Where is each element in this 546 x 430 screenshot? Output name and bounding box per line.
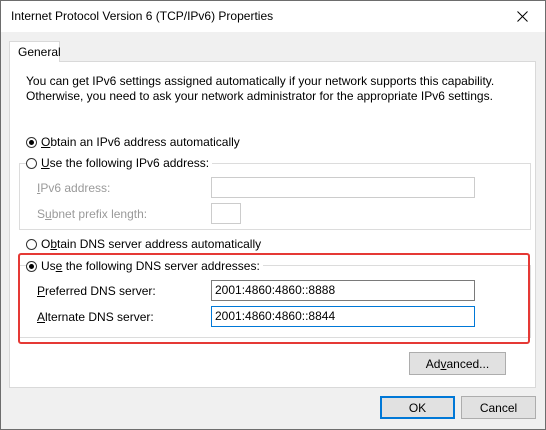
advanced-button-label: Advanced... — [425, 356, 490, 371]
preferred-dns-input[interactable]: 2001:4860:4860::8888 — [211, 280, 475, 301]
radio-ipv6-manual-indicator[interactable] — [26, 157, 37, 169]
radio-dns-auto-label: Obtain DNS server address automatically — [41, 237, 262, 251]
radio-dns-manual[interactable]: Use the following DNS server addresses: — [26, 259, 263, 273]
close-button[interactable] — [499, 1, 545, 32]
window-title: Internet Protocol Version 6 (TCP/IPv6) P… — [11, 9, 274, 23]
radio-dns-auto-indicator[interactable] — [26, 238, 37, 250]
alternate-dns-input[interactable]: 2001:4860:4860::8844 — [211, 306, 475, 327]
radio-dns-manual-label: Use the following DNS server addresses: — [41, 259, 260, 273]
radio-ipv6-manual[interactable]: Use the following IPv6 address: — [26, 156, 213, 170]
subnet-prefix-label: Subnet prefix length: — [37, 207, 148, 221]
radio-ipv6-manual-label: Use the following IPv6 address: — [41, 156, 210, 170]
title-bar: Internet Protocol Version 6 (TCP/IPv6) P… — [1, 1, 545, 32]
radio-ipv6-auto-label: Obtain an IPv6 address automatically — [41, 135, 240, 149]
radio-ipv6-auto[interactable]: Obtain an IPv6 address automatically — [26, 135, 243, 149]
ipv6-address-input[interactable] — [211, 177, 475, 198]
intro-text: You can get IPv6 settings assigned autom… — [26, 74, 495, 103]
alternate-dns-label: Alternate DNS server: — [37, 310, 154, 324]
dialog-window: Internet Protocol Version 6 (TCP/IPv6) P… — [0, 0, 546, 430]
preferred-dns-label: Preferred DNS server: — [37, 284, 156, 298]
close-icon — [516, 11, 528, 22]
tab-general-label: General — [18, 45, 61, 59]
radio-dns-manual-indicator[interactable] — [26, 260, 37, 272]
dns-address-group — [19, 265, 531, 338]
ok-button[interactable]: OK — [380, 396, 455, 419]
subnet-prefix-input[interactable] — [211, 203, 241, 224]
radio-ipv6-auto-indicator[interactable] — [26, 136, 37, 148]
radio-dns-auto[interactable]: Obtain DNS server address automatically — [26, 237, 265, 251]
ipv6-address-label: IPv6 address: — [37, 181, 111, 195]
cancel-button[interactable]: Cancel — [461, 396, 536, 419]
tab-general[interactable]: General — [9, 41, 61, 62]
advanced-button[interactable]: Advanced... — [409, 352, 506, 375]
